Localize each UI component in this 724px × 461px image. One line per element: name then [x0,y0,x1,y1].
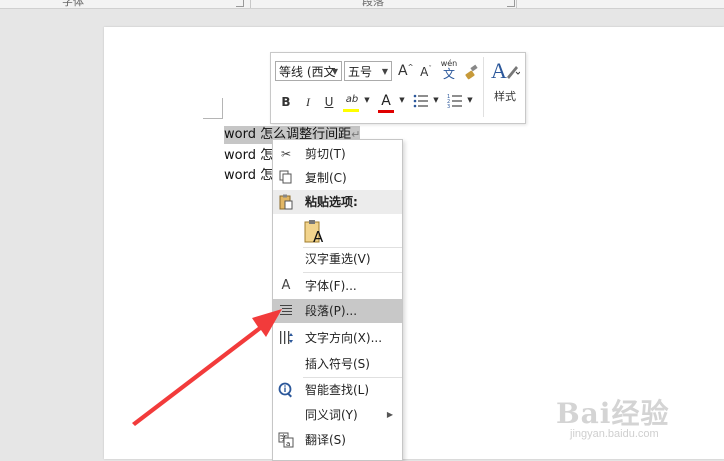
annotation-arrow [132,309,282,426]
watermark-logo: Bai经验 [556,397,670,430]
watermark-url: jingyan.baidu.com [570,428,659,440]
arrow-shape [132,309,282,426]
